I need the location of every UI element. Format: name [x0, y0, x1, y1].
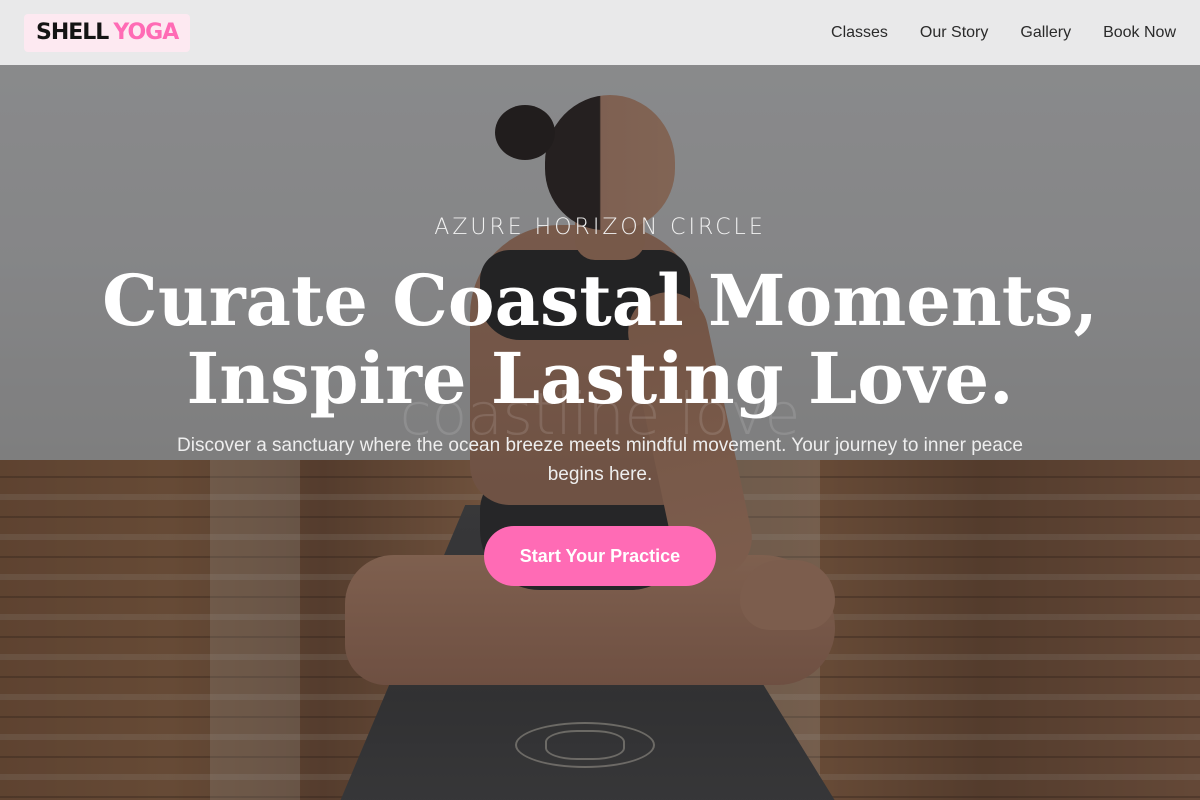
brand-name-part2: YOGA	[113, 20, 179, 45]
hero-content: coastline love AZURE HORIZON CIRCLE Cura…	[0, 0, 1200, 800]
brand-name-part1: SHELL	[36, 20, 109, 45]
hero-headline: Curate Coastal Moments, Inspire Lasting …	[100, 262, 1100, 418]
hero-eyebrow: AZURE HORIZON CIRCLE	[434, 215, 766, 240]
main-nav: Classes Our Story Gallery Book Now	[831, 24, 1176, 42]
nav-link-gallery[interactable]: Gallery	[1020, 24, 1071, 42]
nav-link-our-story[interactable]: Our Story	[920, 24, 988, 42]
brand-logo[interactable]: SHELL YOGA	[24, 13, 191, 52]
site-header: SHELL YOGA Classes Our Story Gallery Boo…	[0, 0, 1200, 65]
nav-link-classes[interactable]: Classes	[831, 24, 888, 42]
hero-subtext: Discover a sanctuary where the ocean bre…	[177, 435, 1023, 485]
start-practice-button[interactable]: Start Your Practice	[484, 526, 716, 586]
hero-headline-line2: Inspire Lasting Love.	[186, 337, 1014, 420]
hero-headline-line1: Curate Coastal Moments,	[102, 259, 1098, 342]
nav-link-book-now[interactable]: Book Now	[1103, 24, 1176, 42]
